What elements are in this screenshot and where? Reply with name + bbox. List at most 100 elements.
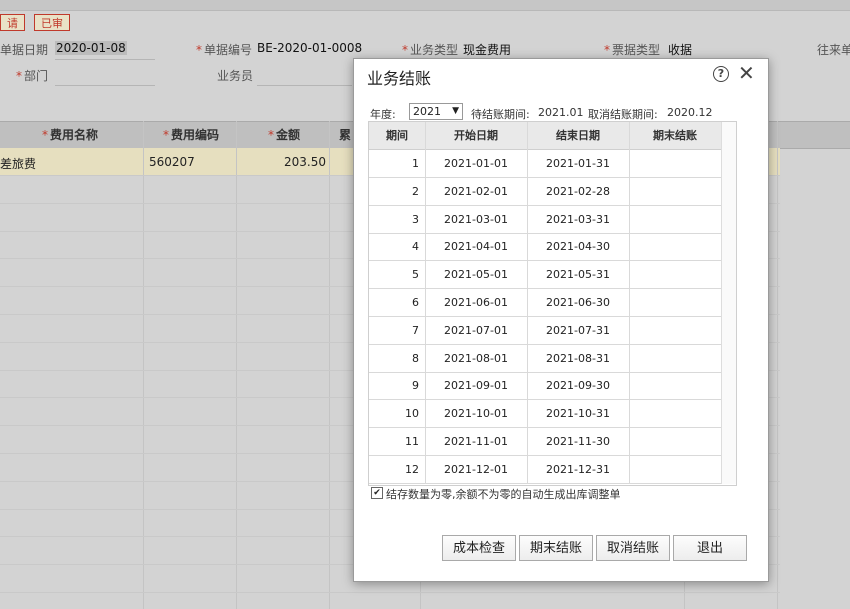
col-fee-code[interactable]: * 费用编码 <box>163 122 219 148</box>
table-scrollbar[interactable] <box>721 122 736 484</box>
doc-no-value[interactable]: BE-2020-01-0008 <box>257 41 362 55</box>
doc-date-label: 单据日期 <box>0 43 49 57</box>
th-period[interactable]: 期间 <box>369 122 425 149</box>
start-date-cell[interactable]: 2021-10-01 <box>425 400 527 427</box>
close-status-cell[interactable] <box>629 400 721 427</box>
end-date-cell[interactable]: 2021-01-31 <box>527 150 629 177</box>
th-start-date[interactable]: 开始日期 <box>425 122 527 149</box>
period-row[interactable]: 7 2021-07-01 2021-07-31 <box>369 317 721 345</box>
start-date-cell[interactable]: 2021-03-01 <box>425 206 527 233</box>
period-row[interactable]: 3 2021-03-01 2021-03-31 <box>369 206 721 234</box>
period-row[interactable]: 10 2021-10-01 2021-10-31 <box>369 400 721 429</box>
close-icon[interactable]: ✕ <box>738 62 755 84</box>
row1-fee-name[interactable]: 差旅费 <box>0 155 36 172</box>
end-date-cell[interactable]: 2021-08-31 <box>527 345 629 372</box>
period-cell[interactable]: 9 <box>369 372 419 399</box>
end-date-cell[interactable]: 2021-10-31 <box>527 400 629 427</box>
start-date-cell[interactable]: 2021-09-01 <box>425 372 527 399</box>
period-row[interactable]: 6 2021-06-01 2021-06-30 <box>369 289 721 317</box>
period-close-dialog: 业务结账 ? ✕ 年度: 2021 ▼ 待结账期间: 2021.01 取消结账期间… <box>353 58 769 582</box>
period-cell[interactable]: 7 <box>369 317 419 344</box>
period-cell[interactable]: 10 <box>369 400 419 427</box>
close-status-cell[interactable] <box>629 289 721 316</box>
end-date-cell[interactable]: 2021-09-30 <box>527 372 629 399</box>
period-cell[interactable]: 2 <box>369 178 419 205</box>
status-tag-left[interactable]: 请 <box>0 14 25 31</box>
year-select[interactable]: 2021 ▼ <box>409 103 463 120</box>
close-status-cell[interactable] <box>629 456 721 483</box>
year-select-value: 2021 <box>413 105 441 118</box>
top-toolbar <box>0 0 850 11</box>
start-date-cell[interactable]: 2021-06-01 <box>425 289 527 316</box>
period-row[interactable]: 11 2021-11-01 2021-11-30 <box>369 428 721 456</box>
cancel-period-label: 取消结账期间: <box>588 108 658 121</box>
end-date-cell[interactable]: 2021-03-31 <box>527 206 629 233</box>
period-cell[interactable]: 6 <box>369 289 419 316</box>
period-cell[interactable]: 12 <box>369 456 419 483</box>
close-status-cell[interactable] <box>629 261 721 288</box>
col-fee-name[interactable]: * 费用名称 <box>42 122 98 148</box>
exit-button[interactable]: 退出 <box>673 535 747 561</box>
cancel-period-value: 2020.12 <box>667 106 713 119</box>
period-cell[interactable]: 4 <box>369 233 419 260</box>
close-status-cell[interactable] <box>629 317 721 344</box>
close-status-cell[interactable] <box>629 233 721 260</box>
start-date-cell[interactable]: 2021-01-01 <box>425 150 527 177</box>
close-status-cell[interactable] <box>629 428 721 455</box>
close-status-cell[interactable] <box>629 345 721 372</box>
end-date-cell[interactable]: 2021-04-30 <box>527 233 629 260</box>
doc-date-value[interactable]: 2020-01-08 <box>55 41 127 55</box>
end-date-cell[interactable]: 2021-07-31 <box>527 317 629 344</box>
close-status-cell[interactable] <box>629 206 721 233</box>
period-row[interactable]: 12 2021-12-01 2021-12-31 <box>369 456 721 484</box>
start-date-cell[interactable]: 2021-04-01 <box>425 233 527 260</box>
status-tag-audited[interactable]: 已审 <box>34 14 70 31</box>
close-status-cell[interactable] <box>629 372 721 399</box>
help-icon[interactable]: ? <box>713 66 729 82</box>
period-row[interactable]: 8 2021-08-01 2021-08-31 <box>369 345 721 373</box>
period-cell[interactable]: 1 <box>369 150 419 177</box>
biz-type-value[interactable]: 现金费用 <box>463 41 511 58</box>
bill-type-label: * 票据类型 <box>604 43 661 57</box>
cost-check-button[interactable]: 成本检查 <box>442 535 516 561</box>
period-cell[interactable]: 5 <box>369 261 419 288</box>
period-cell[interactable]: 11 <box>369 428 419 455</box>
period-table-header: 期间 开始日期 结束日期 期末结账 <box>369 122 721 150</box>
period-row[interactable]: 5 2021-05-01 2021-05-31 <box>369 261 721 290</box>
close-status-cell[interactable] <box>629 178 721 205</box>
end-date-cell[interactable]: 2021-12-31 <box>527 456 629 483</box>
cancel-close-button[interactable]: 取消结账 <box>596 535 670 561</box>
end-date-cell[interactable]: 2021-02-28 <box>527 178 629 205</box>
dept-underline <box>55 85 155 86</box>
start-date-cell[interactable]: 2021-12-01 <box>425 456 527 483</box>
period-close-button[interactable]: 期末结账 <box>519 535 593 561</box>
row1-amount[interactable]: 203.50 <box>284 155 326 169</box>
period-row[interactable]: 9 2021-09-01 2021-09-30 <box>369 372 721 401</box>
th-end-date[interactable]: 结束日期 <box>527 122 629 149</box>
period-row[interactable]: 4 2021-04-01 2021-04-30 <box>369 233 721 262</box>
end-date-cell[interactable]: 2021-05-31 <box>527 261 629 288</box>
start-date-cell[interactable]: 2021-11-01 <box>425 428 527 455</box>
row1-fee-code[interactable]: 560207 <box>149 155 195 169</box>
bill-type-value[interactable]: 收据 <box>668 41 692 58</box>
start-date-cell[interactable]: 2021-02-01 <box>425 178 527 205</box>
start-date-cell[interactable]: 2021-08-01 <box>425 345 527 372</box>
close-status-cell[interactable] <box>629 150 721 177</box>
period-cell[interactable]: 3 <box>369 206 419 233</box>
period-row[interactable]: 2 2021-02-01 2021-02-28 <box>369 178 721 206</box>
auto-adjust-checkbox[interactable]: ✔ <box>371 487 383 499</box>
pending-period-label: 待结账期间: <box>471 108 530 121</box>
contact-label: 往来单 <box>817 43 850 57</box>
period-cell[interactable]: 8 <box>369 345 419 372</box>
end-date-cell[interactable]: 2021-06-30 <box>527 289 629 316</box>
check-icon: ✔ <box>373 488 381 498</box>
start-date-cell[interactable]: 2021-07-01 <box>425 317 527 344</box>
col-extra[interactable]: 累 <box>339 122 351 148</box>
period-row[interactable]: 1 2021-01-01 2021-01-31 <box>369 150 721 178</box>
th-period-close[interactable]: 期末结账 <box>629 122 721 149</box>
start-date-cell[interactable]: 2021-05-01 <box>425 261 527 288</box>
grid-row-line <box>0 592 780 593</box>
end-date-cell[interactable]: 2021-11-30 <box>527 428 629 455</box>
table-col-divider <box>629 122 630 484</box>
col-amount[interactable]: * 金额 <box>268 122 300 148</box>
